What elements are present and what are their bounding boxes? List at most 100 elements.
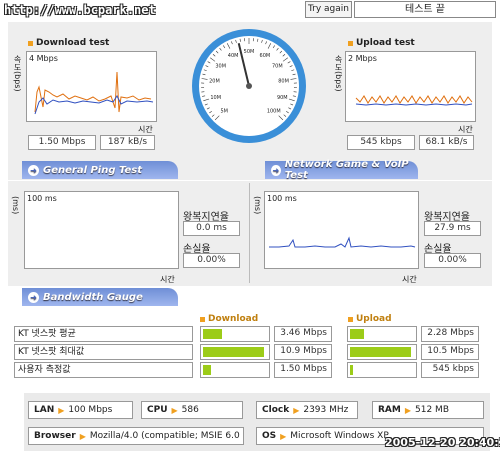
upload-bar-fill — [350, 365, 354, 375]
gauge-label: 20M — [209, 79, 220, 85]
os-label: OS — [262, 431, 277, 441]
game-rtt-value: 27.9 ms — [424, 221, 481, 236]
gauge-dial: 5M 10M 20M 30M40M 50M 60M70M 80M 90M 100M — [192, 29, 306, 143]
divider — [249, 183, 250, 283]
lan-box: LAN ▶ 100 Mbps — [28, 401, 133, 419]
gauge-label: 10M — [210, 95, 221, 101]
game-loss-value: 0.00% — [424, 253, 481, 268]
bullet-icon — [200, 316, 205, 322]
gauge-label: 80M — [278, 79, 289, 85]
upload-axis-y: 속도(bps) — [334, 55, 343, 92]
download-bar-track — [200, 344, 270, 360]
os-value: Microsoft Windows XP — [290, 431, 389, 441]
cpu-box: CPU ▶ 586 — [141, 401, 243, 419]
upload-bar-track — [347, 362, 417, 378]
gauge-label: 40M — [228, 53, 239, 59]
upload-trace — [355, 95, 473, 106]
bandwidth-upload-header-text: Upload — [356, 314, 392, 324]
upload-title-text: Upload test — [356, 38, 415, 48]
download-kbs: 187 kB/s — [100, 135, 155, 150]
download-title-text: Download test — [36, 38, 110, 48]
arrow-icon: ▶ — [171, 405, 178, 415]
ping-section-title: General Ping Test — [43, 164, 143, 176]
arrow-icon: ▶ — [293, 405, 300, 415]
bandwidth-section-header: ➜ Bandwidth Gauge — [22, 288, 178, 306]
ping-axis-x: 시간 — [160, 275, 175, 284]
lan-label: LAN — [34, 405, 55, 415]
arrow-icon: ▶ — [404, 405, 412, 415]
upload-bar-fill — [350, 347, 411, 357]
try-again-button[interactable]: Try again — [305, 1, 352, 18]
bandwidth-section-title: Bandwidth Gauge — [43, 291, 143, 303]
bullet-icon — [28, 40, 33, 46]
download-bar-track — [200, 326, 270, 342]
bandwidth-download-header-text: Download — [208, 314, 259, 324]
bandwidth-download-header: Download — [200, 314, 258, 324]
gauge-label: 30M — [215, 63, 226, 69]
gauge-label: 70M — [272, 63, 283, 69]
timestamp-overlay: 2005-12-20 20:40:19 — [385, 436, 500, 449]
clock-value: 2393 MHz — [303, 405, 349, 415]
game-axis-y: (ms) — [253, 196, 262, 215]
download-title: Download test — [28, 38, 109, 48]
ping-loss-value: 0.00% — [183, 253, 240, 268]
bandwidth-upload-header: Upload — [348, 314, 392, 324]
upload-title: Upload test — [348, 38, 415, 48]
bullet-icon — [348, 316, 353, 322]
game-section-header: ➜ Network Game & VoIP Test — [265, 159, 418, 181]
test-status: 테스트 끝 — [354, 1, 496, 18]
download-bar-fill — [203, 329, 223, 339]
upload-kbs: 68.1 kB/s — [419, 135, 474, 150]
gauge-label: 60M — [260, 53, 271, 59]
watermark-url: http://www.bcpark.net — [4, 3, 156, 17]
lan-value: 100 Mbps — [68, 405, 113, 415]
speed-gauge: 5M 10M 20M 30M 40M 50M 60M 70M 80M 90M 100M — [190, 27, 308, 145]
upload-bar-track — [347, 344, 417, 360]
download-bar-fill — [203, 365, 212, 375]
ram-box: RAM ▶ 512 MB — [372, 401, 484, 419]
download-bar-track — [200, 362, 270, 378]
upload-bar-value: 2.28 Mbps — [421, 326, 479, 342]
cpu-label: CPU — [147, 405, 168, 415]
download-bar-value: 3.46 Mbps — [274, 326, 332, 342]
bullet-icon — [348, 40, 353, 46]
cpu-value: 586 — [181, 405, 199, 415]
ram-label: RAM — [378, 405, 401, 415]
arrow-right-icon: ➜ — [28, 291, 39, 303]
upload-bar-value: 10.5 Mbps — [421, 344, 479, 360]
gauge-label: 90M — [277, 95, 288, 101]
upload-axis-x: 시간 — [458, 125, 473, 134]
download-graph: 4 Mbps — [26, 51, 157, 122]
upload-bar-value: 545 kbps — [421, 362, 479, 378]
bandwidth-row-label: KT 넷스팟 최대값 — [14, 344, 193, 360]
download-trace — [34, 71, 154, 115]
browser-value: Mozilla/4.0 (compatible; MSIE 6.0 — [89, 431, 240, 441]
arrow-right-icon: ➜ — [271, 164, 281, 176]
ram-value: 512 MB — [415, 405, 449, 415]
clock-box: Clock ▶ 2393 MHz — [256, 401, 358, 419]
bandwidth-row-label: 사용자 측정값 — [14, 362, 193, 378]
download-mbps: 1.50 Mbps — [28, 135, 96, 150]
bandwidth-row-label: KT 넷스팟 평균 — [14, 326, 193, 342]
gauge-label: 50M — [244, 49, 255, 55]
game-section-title: Network Game & VoIP Test — [284, 159, 409, 181]
download-bar-fill — [203, 347, 264, 357]
upload-mbps: 545 kbps — [347, 135, 415, 150]
ping-section-header: ➜ General Ping Test — [22, 161, 178, 179]
clock-label: Clock — [262, 405, 290, 415]
ping-axis-y: (ms) — [11, 196, 20, 215]
arrow-icon: ▶ — [58, 405, 65, 415]
ping-graph: 100 ms — [24, 191, 179, 269]
gauge-label: 100M — [267, 109, 281, 115]
browser-box: Browser ▶ Mozilla/4.0 (compatible; MSIE 6.… — [28, 427, 244, 445]
ping-rtt-value: 0.0 ms — [183, 221, 240, 236]
arrow-icon: ▶ — [280, 431, 287, 441]
download-axis-y: 속도(bps) — [13, 55, 22, 92]
upload-graph: 2 Mbps — [345, 51, 476, 122]
gauge-label: 5M — [221, 109, 229, 115]
download-axis-x: 시간 — [138, 125, 153, 134]
arrow-right-icon: ➜ — [28, 164, 39, 176]
upload-bar-fill — [350, 329, 365, 339]
arrow-icon: ▶ — [79, 431, 86, 441]
ping-scale: 100 ms — [27, 194, 57, 203]
